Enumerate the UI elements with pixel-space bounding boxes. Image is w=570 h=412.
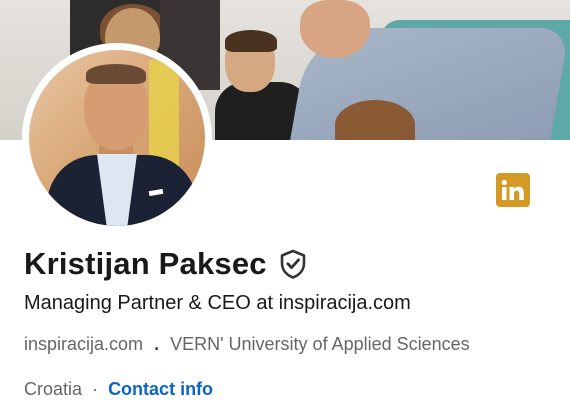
current-company[interactable]: inspiracija.com [24,334,143,354]
avatar[interactable] [29,50,205,226]
linkedin-glyph [501,179,524,200]
profile-name: Kristijan Paksec [24,246,267,281]
verified-shield-glyph [280,249,306,279]
education-school[interactable]: VERN' University of Applied Sciences [170,334,470,354]
verified-shield-icon[interactable] [279,249,307,279]
banner-leaning-person-face [300,0,370,58]
contact-info-link[interactable]: Contact info [108,379,213,399]
profile-headline: Managing Partner & CEO at inspiracija.co… [24,292,411,314]
banner-seated-person-hair [225,30,277,52]
location-separator: · [92,379,99,399]
linkedin-logo-icon[interactable] [496,173,530,207]
name-row: Kristijan Paksec [24,244,307,284]
avatar-hair [86,64,146,84]
avatar-background [149,60,179,170]
meta-separator: . [154,334,160,354]
profile-location: Croatia [24,379,83,399]
profile-meta: inspiracija.com . VERN' University of Ap… [24,331,470,357]
location-row: Croatia · Contact info [24,376,213,402]
